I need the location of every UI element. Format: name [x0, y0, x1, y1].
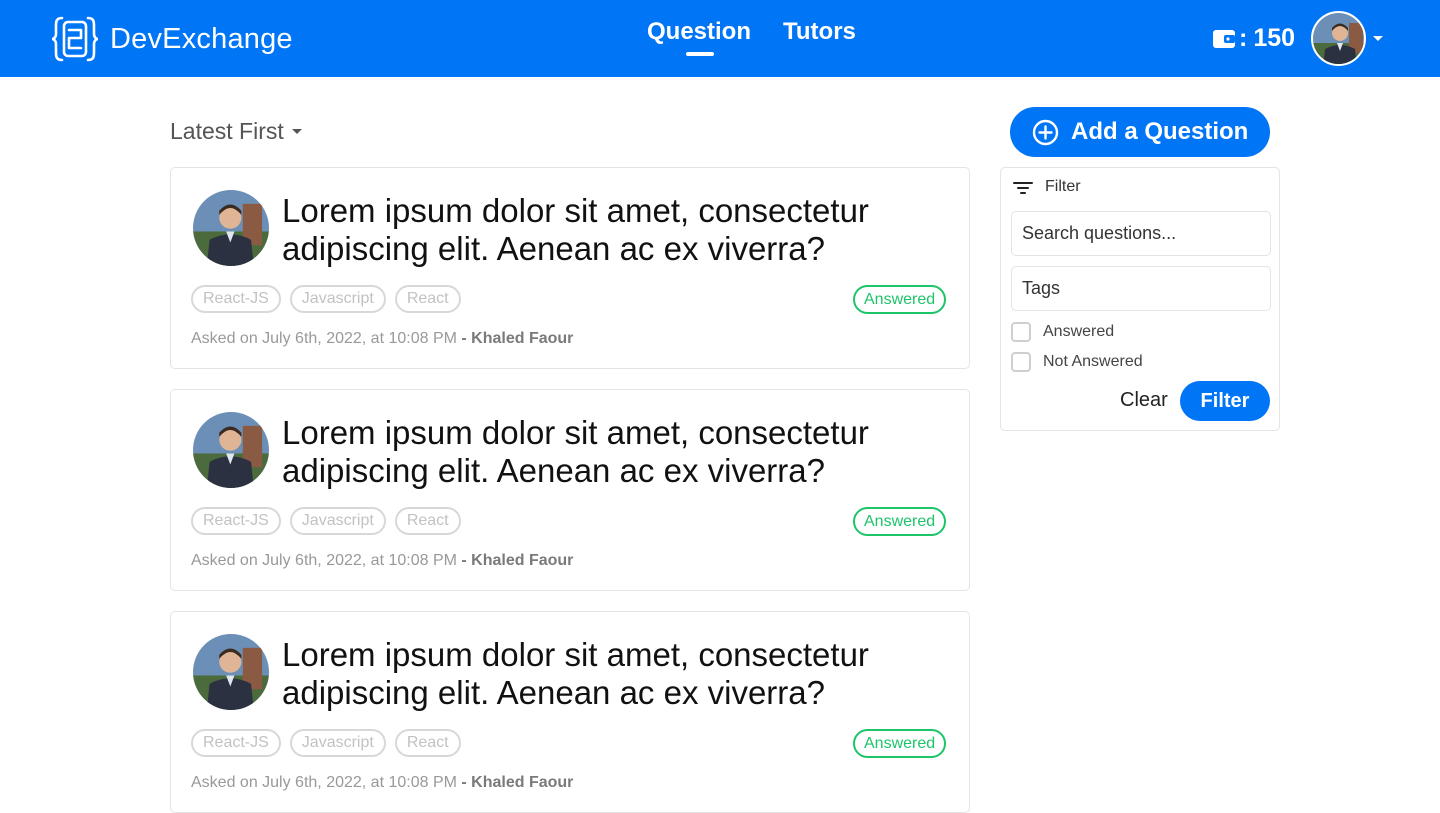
wallet-colon: : — [1239, 24, 1248, 52]
status-badge: Answered — [853, 729, 947, 758]
active-indicator — [686, 52, 714, 56]
asked-date: Asked on July 6th, 2022, at 10:08 PM — [191, 552, 457, 569]
author-avatar[interactable] — [193, 190, 269, 266]
tag-list: React-JS Javascript React — [191, 729, 470, 757]
question-card[interactable]: Lorem ipsum dolor sit amet, consectetur … — [170, 167, 970, 369]
question-meta: Asked on July 6th, 2022, at 10:08 PM - K… — [191, 552, 573, 570]
tag[interactable]: React — [394, 729, 461, 757]
author-name[interactable]: Khaled Faour — [471, 552, 573, 569]
filter-button[interactable]: Filter — [1180, 381, 1270, 421]
tag[interactable]: React-JS — [191, 729, 281, 757]
filter-heading: Filter — [1013, 178, 1081, 196]
question-card[interactable]: Lorem ipsum dolor sit amet, consectetur … — [170, 611, 970, 813]
avatar-image — [1313, 13, 1364, 64]
question-meta: Asked on July 6th, 2022, at 10:08 PM - K… — [191, 774, 573, 792]
not-answered-option[interactable]: Not Answered — [1011, 352, 1143, 372]
brand[interactable]: DevExchange — [50, 14, 293, 64]
status-badge: Answered — [853, 285, 947, 314]
answered-checkbox[interactable] — [1011, 322, 1031, 342]
clear-button[interactable]: Clear — [1120, 389, 1168, 412]
filter-heading-label: Filter — [1045, 178, 1081, 195]
tags-input[interactable] — [1011, 266, 1271, 311]
tag[interactable]: Javascript — [289, 507, 386, 535]
tag[interactable]: React-JS — [191, 507, 281, 535]
author-avatar[interactable] — [193, 634, 269, 710]
filter-panel: Filter Answered Not Answered Clear Filte… — [1000, 167, 1280, 431]
user-avatar[interactable] — [1311, 11, 1366, 66]
tag[interactable]: React — [394, 285, 461, 313]
author-avatar[interactable] — [193, 412, 269, 488]
not-answered-option-label: Not Answered — [1043, 353, 1143, 370]
brand-name: DevExchange — [110, 22, 293, 55]
question-meta: Asked on July 6th, 2022, at 10:08 PM - K… — [191, 330, 573, 348]
avatar-image — [193, 634, 269, 710]
meta-separator: - — [456, 330, 472, 347]
tag-list: React-JS Javascript React — [191, 507, 470, 535]
wallet-value: 150 — [1253, 24, 1296, 52]
not-answered-checkbox[interactable] — [1011, 352, 1031, 372]
filter-icon — [1013, 182, 1033, 194]
author-name[interactable]: Khaled Faour — [471, 330, 573, 347]
avatar-image — [193, 190, 269, 266]
tag[interactable]: Javascript — [289, 729, 386, 757]
tag[interactable]: React-JS — [191, 285, 281, 313]
tag[interactable]: React — [394, 507, 461, 535]
asked-date: Asked on July 6th, 2022, at 10:08 PM — [191, 330, 457, 347]
status-badge: Answered — [853, 507, 947, 536]
plus-circle-icon — [1032, 119, 1059, 145]
sort-label: Latest First — [170, 118, 284, 144]
tag-list: React-JS Javascript React — [191, 285, 470, 313]
nav-link-tutors-label: Tutors — [783, 18, 856, 45]
nav-link-question-label: Question — [647, 18, 752, 45]
answered-option-label: Answered — [1043, 323, 1115, 340]
add-question-button[interactable]: Add a Question — [1010, 107, 1270, 157]
wallet-balance[interactable]: : 150 — [1213, 24, 1295, 53]
sort-dropdown[interactable]: Latest First — [170, 118, 302, 145]
nav-links: Question Tutors — [647, 18, 856, 56]
search-input[interactable] — [1011, 211, 1271, 256]
add-question-label: Add a Question — [1071, 118, 1249, 145]
tag[interactable]: Javascript — [289, 285, 386, 313]
chevron-down-icon[interactable] — [1373, 36, 1383, 41]
top-navbar: DevExchange Question Tutors : 150 — [0, 0, 1440, 77]
nav-link-tutors[interactable]: Tutors — [783, 18, 856, 46]
meta-separator: - — [456, 552, 472, 569]
author-name[interactable]: Khaled Faour — [471, 774, 573, 791]
question-title[interactable]: Lorem ipsum dolor sit amet, consectetur … — [282, 636, 942, 712]
logo-icon — [51, 16, 99, 62]
answered-option[interactable]: Answered — [1011, 322, 1114, 342]
question-card[interactable]: Lorem ipsum dolor sit amet, consectetur … — [170, 389, 970, 591]
question-title[interactable]: Lorem ipsum dolor sit amet, consectetur … — [282, 414, 942, 490]
question-title[interactable]: Lorem ipsum dolor sit amet, consectetur … — [282, 192, 942, 268]
meta-separator: - — [456, 774, 472, 791]
wallet-icon — [1213, 29, 1235, 48]
asked-date: Asked on July 6th, 2022, at 10:08 PM — [191, 774, 457, 791]
nav-link-question[interactable]: Question — [647, 18, 752, 56]
chevron-down-icon — [291, 129, 302, 134]
avatar-image — [193, 412, 269, 488]
